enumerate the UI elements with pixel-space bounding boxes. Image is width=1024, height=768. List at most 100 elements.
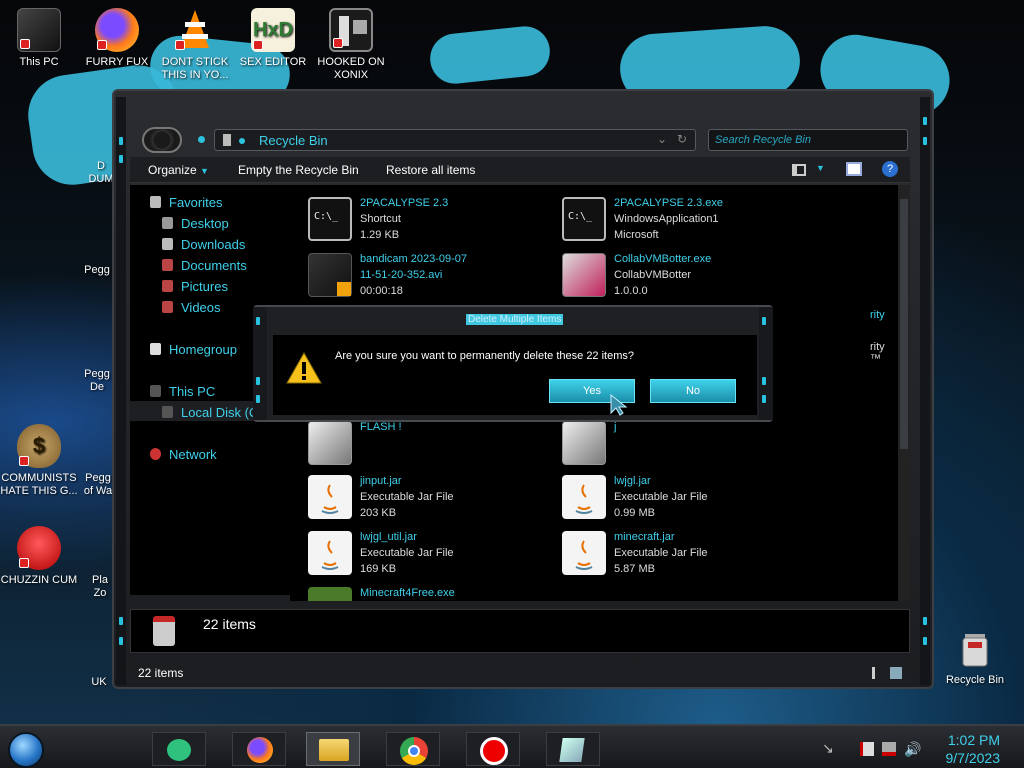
desktop-icon-sex-editor[interactable]: HxD SEX EDITOR xyxy=(234,8,312,69)
star-icon xyxy=(150,196,161,208)
desktop-icon-this-pc[interactable]: This PC xyxy=(0,8,78,69)
sidebar-item-downloads[interactable]: Downloads xyxy=(162,237,245,252)
scrollbar-thumb[interactable] xyxy=(900,199,908,449)
dialog-body: Are you sure you want to permanently del… xyxy=(273,335,757,416)
window-frame-left xyxy=(116,97,126,685)
file-item[interactable]: j xyxy=(562,419,802,471)
notes-icon xyxy=(167,739,191,761)
desktop-icon-dont-stick[interactable]: DONT STICK THIS IN YO... xyxy=(156,8,234,82)
taskbar-chrome[interactable] xyxy=(386,732,440,766)
sidebar-item-homegroup[interactable]: Homegroup xyxy=(150,342,237,357)
navigation-bar: Recycle Bin ⌄ ↻ Search Recycle Bin xyxy=(142,127,908,153)
sidebar-item-documents[interactable]: Documents xyxy=(162,258,247,273)
clock-time[interactable]: 1:02 PM xyxy=(948,732,1000,748)
sidebar-item-network[interactable]: Network xyxy=(150,447,217,462)
app-icon xyxy=(559,738,585,762)
dialog-message: Are you sure you want to permanently del… xyxy=(335,350,635,362)
app-icon xyxy=(308,587,352,601)
search-input[interactable]: Search Recycle Bin xyxy=(708,129,908,151)
computer-icon xyxy=(150,385,161,397)
desktop-icon-chuzzin[interactable]: CHUZZIN CUM xyxy=(0,526,78,587)
desktop-icon-partial[interactable]: Pla Zo xyxy=(86,574,114,600)
address-text: Recycle Bin xyxy=(259,133,328,148)
details-count: 22 items xyxy=(203,616,256,632)
dialog-frame-left xyxy=(253,307,267,420)
chevron-down-icon[interactable]: ▼ xyxy=(816,163,825,173)
vlc-cone-icon xyxy=(173,8,217,52)
tiles-view-icon[interactable] xyxy=(890,667,902,679)
money-bag-icon: $ xyxy=(17,424,61,468)
file-item[interactable]: C:\_ 2PACALYPSE 2.3.exe WindowsApplicatio… xyxy=(562,195,802,247)
flag-icon[interactable] xyxy=(860,742,874,756)
taskbar-firefox[interactable] xyxy=(232,732,286,766)
nav-dot-icon[interactable] xyxy=(198,136,205,143)
console-icon: C:\_ xyxy=(308,197,352,241)
chevron-down-icon[interactable]: ⌄ xyxy=(657,132,667,146)
chevron-down-icon: ▼ xyxy=(200,166,209,176)
file-item[interactable]: FLASH ! xyxy=(308,419,548,471)
taskbar-file-explorer[interactable] xyxy=(306,732,360,766)
taskbar-notes-app[interactable] xyxy=(152,732,206,766)
desktop-icon-partial[interactable]: UK xyxy=(84,676,114,689)
network-warning-icon[interactable] xyxy=(882,742,896,756)
xonix-icon xyxy=(329,8,373,52)
sidebar-item-pictures[interactable]: Pictures xyxy=(162,279,228,294)
taskbar-recorder[interactable] xyxy=(466,732,520,766)
computer-icon xyxy=(17,8,61,52)
view-options-icon[interactable] xyxy=(792,164,806,176)
vertical-scrollbar[interactable] xyxy=(898,185,910,601)
help-icon[interactable]: ? xyxy=(882,161,898,177)
refresh-icon[interactable]: ↻ xyxy=(677,132,687,146)
no-button[interactable]: No xyxy=(650,379,736,403)
record-icon xyxy=(480,737,508,765)
desktop-icon-partial[interactable]: Pegg of Wa xyxy=(82,472,114,498)
partial-file-text: rity ™ xyxy=(870,341,885,365)
documents-icon xyxy=(162,259,173,271)
volume-icon[interactable]: 🔊 xyxy=(904,742,921,756)
desktop-icon-partial[interactable]: Pegg xyxy=(82,264,112,277)
file-item[interactable]: Minecraft4Free.exe xyxy=(308,585,548,601)
desktop-icon-furry-fux[interactable]: FURRY FUX xyxy=(78,8,156,69)
mouse-cursor-icon xyxy=(609,393,633,420)
file-item[interactable]: bandicam 2023-09-07 11-51-20-352.avi 00:00… xyxy=(308,251,548,303)
folder-icon xyxy=(308,421,352,465)
recycle-bin-small-icon xyxy=(223,134,231,146)
address-bar[interactable]: Recycle Bin ⌄ ↻ xyxy=(214,129,696,151)
sidebar-item-desktop[interactable]: Desktop xyxy=(162,216,229,231)
java-icon xyxy=(308,531,352,575)
desktop-icon-recycle-bin[interactable]: Recycle Bin xyxy=(936,626,1014,687)
taskbar-app[interactable] xyxy=(546,732,600,766)
clock-date[interactable]: 9/7/2023 xyxy=(946,750,1001,766)
file-item[interactable]: jinput.jar Executable Jar File 203 KB xyxy=(308,473,548,525)
file-item[interactable]: CollabVMBotter.exe CollabVMBotter 1.0.0.0 xyxy=(562,251,802,303)
sidebar-item-this-pc[interactable]: This PC xyxy=(150,384,215,399)
start-button[interactable] xyxy=(8,732,44,768)
recycle-bin-icon xyxy=(953,626,997,670)
empty-recycle-bin-button[interactable]: Empty the Recycle Bin xyxy=(238,163,359,177)
pictures-icon xyxy=(162,280,173,292)
folder-icon xyxy=(562,421,606,465)
sidebar-item-favorites[interactable]: Favorites xyxy=(150,195,222,210)
desktop-icon-partial[interactable]: Pegg De xyxy=(82,368,112,394)
desktop-icon-communists[interactable]: $ COMMUNISTS HATE THIS G... xyxy=(0,424,78,498)
preview-pane-icon[interactable] xyxy=(846,162,862,176)
desktop-icon-hooked-on-xonix[interactable]: HOOKED ON XONIX xyxy=(312,8,390,82)
status-bar: 22 items xyxy=(130,663,910,683)
drive-icon xyxy=(162,406,173,418)
wallpaper-stroke xyxy=(427,23,553,87)
chrome-icon xyxy=(400,737,428,765)
back-forward-orb[interactable] xyxy=(142,127,182,153)
file-item[interactable]: minecraft.jar Executable Jar File 5.87 MB xyxy=(562,529,802,581)
arrow-icon: ↘ xyxy=(822,740,834,756)
sidebar-item-videos[interactable]: Videos xyxy=(162,300,221,315)
videos-icon xyxy=(162,301,173,313)
restore-all-button[interactable]: Restore all items xyxy=(386,163,475,177)
file-item[interactable]: C:\_ 2PACALYPSE 2.3 Shortcut 1.29 KB xyxy=(308,195,548,247)
java-icon xyxy=(562,475,606,519)
partial-file-text: rity xyxy=(870,309,885,321)
file-item[interactable]: lwjgl.jar Executable Jar File 0.99 MB xyxy=(562,473,802,525)
details-view-icon[interactable] xyxy=(872,667,882,679)
file-item[interactable]: lwjgl_util.jar Executable Jar File 169 KB xyxy=(308,529,548,581)
dialog-frame-right xyxy=(759,307,773,420)
organize-button[interactable]: Organize ▼ xyxy=(148,163,209,177)
